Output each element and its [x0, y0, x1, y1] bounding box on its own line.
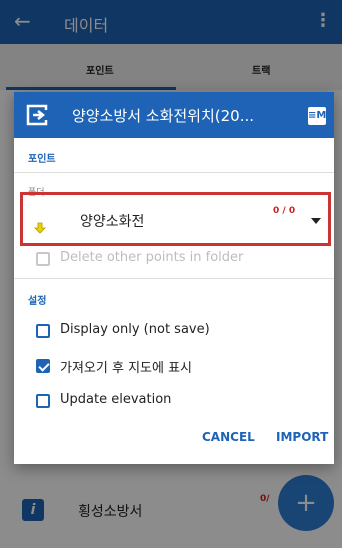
- delete-other-points-label: Delete other points in folder: [60, 250, 244, 265]
- section-points-label: 포인트: [28, 154, 56, 165]
- folder-selector-highlight[interactable]: [20, 192, 331, 246]
- dialog-title: 양양소방서 소화전위치(20...: [72, 107, 255, 125]
- dropdown-caret-icon[interactable]: [311, 218, 321, 224]
- import-dialog: 양양소방서 소화전위치(20... ≡M 포인트 폴더 양양소화전 0 / 0 …: [14, 92, 334, 464]
- divider: [14, 278, 334, 279]
- display-only-label: Display only (not save): [60, 322, 210, 337]
- dialog-header: 양양소방서 소화전위치(20... ≡M: [14, 92, 334, 138]
- update-elevation-checkbox[interactable]: [36, 394, 50, 408]
- import-button[interactable]: IMPORT: [276, 430, 328, 444]
- show-on-map-checkbox[interactable]: [36, 359, 50, 373]
- folder-count: 0 / 0: [273, 206, 296, 216]
- show-on-map-label: 가져오기 후 지도에 표시: [60, 361, 192, 376]
- delete-other-points-checkbox[interactable]: [36, 252, 50, 266]
- import-icon: [26, 104, 48, 126]
- map-book-icon[interactable]: ≡M: [308, 107, 326, 125]
- display-only-checkbox[interactable]: [36, 324, 50, 338]
- cancel-button[interactable]: CANCEL: [202, 430, 255, 444]
- section-settings-label: 설정: [28, 296, 47, 307]
- folder-value[interactable]: 양양소화전: [80, 211, 144, 231]
- arrow-down-icon: [34, 222, 46, 234]
- divider: [14, 172, 334, 173]
- update-elevation-label: Update elevation: [60, 392, 172, 407]
